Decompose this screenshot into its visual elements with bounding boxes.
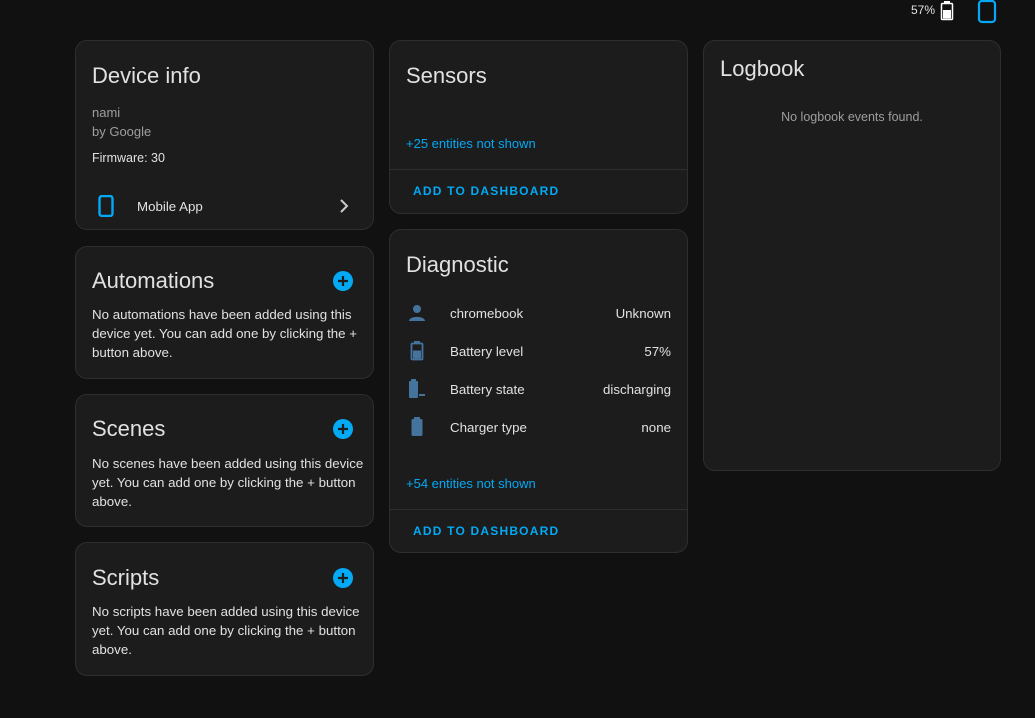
entity-row-battery-state[interactable]: Battery state discharging xyxy=(406,377,671,401)
entity-name: Battery level xyxy=(450,343,524,359)
scenes-title: Scenes xyxy=(92,416,166,441)
add-automation-button[interactable] xyxy=(333,271,353,291)
device-firmware: Firmware: 30 xyxy=(92,151,165,165)
automations-card: Automations No automations have been add… xyxy=(75,246,374,379)
scripts-card: Scripts No scripts have been added using… xyxy=(75,542,374,676)
diagnostic-title: Diagnostic xyxy=(406,252,509,277)
chevron-right-icon xyxy=(339,199,349,218)
sensors-card: Sensors +25 entities not shown ADD TO DA… xyxy=(389,40,688,214)
entity-value: none xyxy=(641,419,671,435)
battery-icon xyxy=(406,340,428,362)
plus-icon xyxy=(338,424,348,434)
diagnostic-card: Diagnostic chromebook Unknown Battery le… xyxy=(389,229,688,553)
entity-value: 57% xyxy=(644,343,671,359)
logbook-empty-text: No logbook events found. xyxy=(781,110,923,124)
scenes-card: Scenes No scenes have been added using t… xyxy=(75,394,374,527)
add-script-button[interactable] xyxy=(333,568,353,588)
scripts-empty-text: No scripts have been added using this de… xyxy=(92,604,360,657)
sensors-hidden-entities-link[interactable]: +25 entities not shown xyxy=(406,136,536,151)
integration-label: Mobile App xyxy=(137,199,203,214)
cellphone-icon xyxy=(98,194,114,222)
battery-full-icon xyxy=(406,416,428,438)
battery-status-icon xyxy=(940,1,954,26)
entity-value: Unknown xyxy=(615,305,671,321)
automations-title: Automations xyxy=(92,268,215,293)
diagnostic-hidden-entities-link[interactable]: +54 entities not shown xyxy=(406,476,536,491)
diagnostic-add-to-dashboard-button[interactable]: ADD TO DASHBOARD xyxy=(413,524,559,538)
device-info-card: Device info nami by Google Firmware: 30 … xyxy=(75,40,374,230)
divider xyxy=(390,509,687,510)
automations-empty-text: No automations have been added using thi… xyxy=(92,307,358,360)
account-icon xyxy=(406,302,428,324)
entity-name: chromebook xyxy=(450,305,524,321)
entity-row-chromebook[interactable]: chromebook Unknown xyxy=(406,301,671,325)
entity-row-charger-type[interactable]: Charger type none xyxy=(406,415,671,439)
plus-icon xyxy=(338,276,348,286)
device-manufacturer: by Google xyxy=(92,124,152,139)
top-status-bar: 57% xyxy=(0,0,1035,26)
device-model: nami xyxy=(92,105,121,120)
plus-icon xyxy=(338,573,348,583)
battery-discharging-icon xyxy=(406,378,428,400)
sensors-title: Sensors xyxy=(406,63,487,88)
logbook-card: Logbook No logbook events found. xyxy=(703,40,1001,471)
divider xyxy=(390,169,687,170)
entity-name: Charger type xyxy=(450,419,527,435)
entity-name: Battery state xyxy=(450,381,525,397)
device-info-title: Device info xyxy=(92,63,201,88)
sensors-add-to-dashboard-button[interactable]: ADD TO DASHBOARD xyxy=(413,184,559,198)
entity-value: discharging xyxy=(602,381,671,397)
scenes-empty-text: No scenes have been added using this dev… xyxy=(92,456,364,509)
entity-row-battery-level[interactable]: Battery level 57% xyxy=(406,339,671,363)
integration-link-mobile-app[interactable]: Mobile App xyxy=(76,191,373,223)
add-scene-button[interactable] xyxy=(333,419,353,439)
battery-percent-text: 57% xyxy=(911,3,936,17)
logbook-title: Logbook xyxy=(720,56,805,81)
scripts-title: Scripts xyxy=(92,565,160,590)
device-cellphone-icon[interactable] xyxy=(977,0,997,29)
